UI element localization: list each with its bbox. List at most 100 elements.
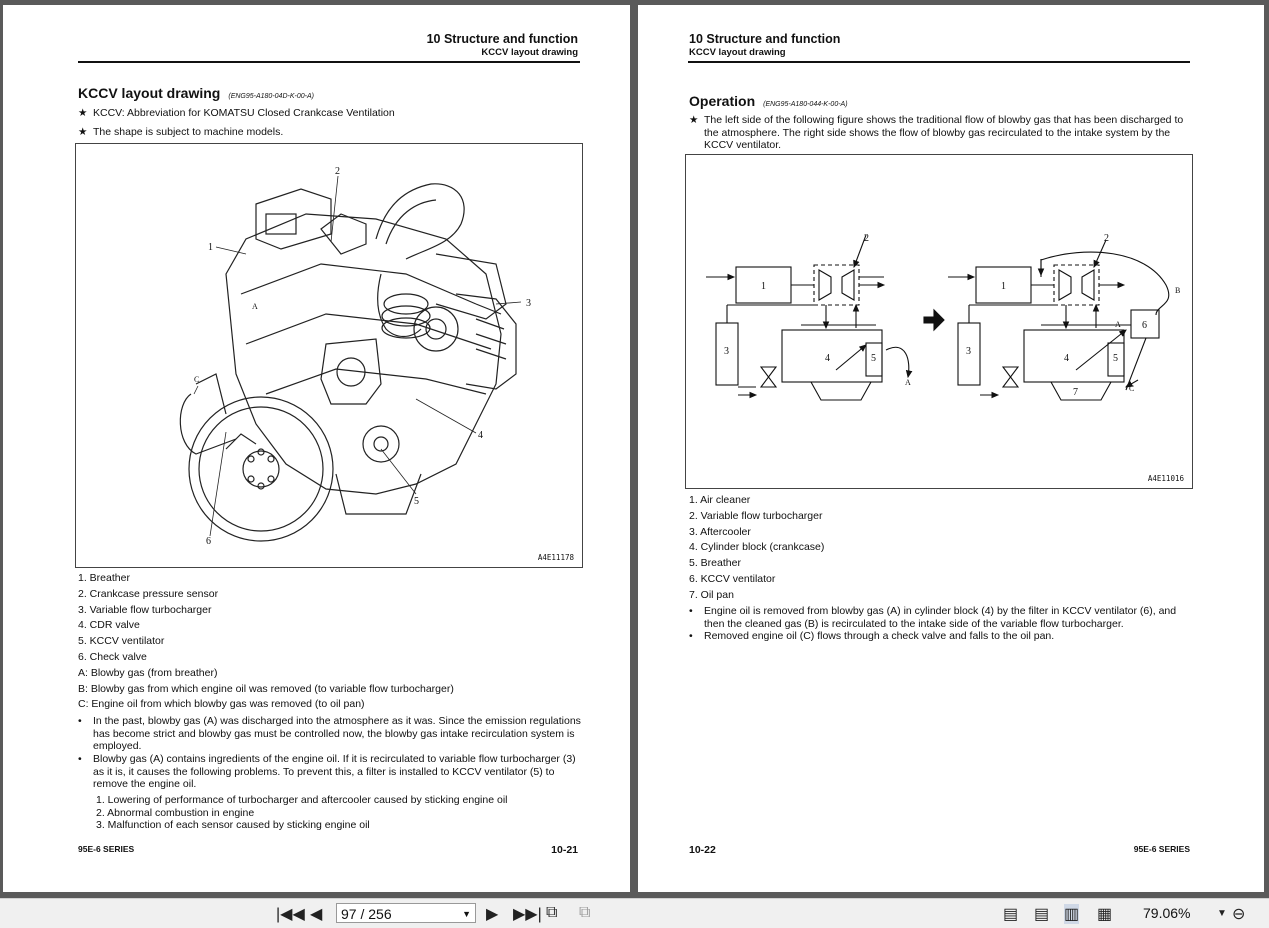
figure-code: A4E11016 bbox=[1147, 474, 1184, 483]
diagram-label-1: 1 bbox=[1001, 281, 1006, 292]
single-page-icon[interactable]: ▤ bbox=[1003, 904, 1018, 924]
page-number: 10-22 bbox=[689, 844, 716, 856]
zoom-level[interactable]: 79.06% bbox=[1143, 905, 1190, 921]
list-item: 3. Variable flow turbocharger bbox=[78, 603, 212, 616]
chevron-down-icon[interactable]: ▼ bbox=[462, 904, 471, 924]
bullet-line: as it is, it causes the following proble… bbox=[93, 765, 555, 778]
left-page: 10 Structure and function KCCV layout dr… bbox=[3, 5, 630, 892]
list-item: 4. Cylinder block (crankcase) bbox=[689, 541, 825, 554]
diagram-label-B: B bbox=[1175, 286, 1180, 295]
bullet-line: Blowby gas (A) contains ingredients of t… bbox=[93, 753, 576, 765]
flow-diagram-drawing: 1 2 3 4 5 A 1 2 3 4 5 6 7 A B C bbox=[706, 233, 1180, 401]
list-item: C: Engine oil from which blowby gas was … bbox=[78, 698, 365, 711]
back-view-icon[interactable]: ⧉ bbox=[546, 904, 557, 922]
page-number-input[interactable]: 97 / 256 ▼ bbox=[336, 903, 476, 923]
note-line: KCCV ventilator. bbox=[704, 139, 782, 152]
header-rule bbox=[78, 61, 580, 63]
section-code: (ENG95-A180-04D-K-00-A) bbox=[228, 93, 314, 100]
operation-note: ★ The left side of the following figure … bbox=[689, 114, 1199, 152]
list-item: 4. CDR valve bbox=[78, 619, 140, 632]
note-line: ★ KCCV: Abbreviation for KOMATSU Closed C… bbox=[78, 107, 395, 119]
bullet-line: Removed engine oil (C) flows through a c… bbox=[704, 630, 1055, 642]
page-header: 10 Structure and function KCCV layout dr… bbox=[427, 32, 578, 58]
list-item: 6. KCCV ventilator bbox=[689, 572, 776, 585]
diagram-label-C: C bbox=[1129, 384, 1134, 393]
sub-list: 1. Lowering of performance of turbocharg… bbox=[96, 794, 508, 832]
section-title: KCCV layout drawing (ENG95-A180-04D-K-00-… bbox=[78, 85, 314, 101]
sub-item: 3. Malfunction of each sensor caused by … bbox=[96, 819, 370, 832]
footer-series: 95E-6 SERIES bbox=[78, 844, 135, 854]
section-code: (ENG95-A180-044-K-00-A) bbox=[763, 101, 848, 108]
figure-code: A4E11178 bbox=[537, 553, 574, 562]
bullet-item: • Removed engine oil (C) flows through a… bbox=[689, 630, 1209, 643]
callout-A: A bbox=[252, 302, 258, 311]
engine-figure: 1 2 3 4 5 6 A C A4E11178 bbox=[75, 143, 583, 568]
diagram-label-4: 4 bbox=[1064, 353, 1069, 364]
bullet-item: • In the past, blowby gas (A) was discha… bbox=[78, 715, 588, 753]
callout-6: 6 bbox=[206, 536, 211, 547]
diagram-label-6: 6 bbox=[1142, 320, 1147, 331]
callout-1: 1 bbox=[208, 242, 213, 253]
list-item: 6. Check valve bbox=[78, 650, 147, 663]
diagram-label-7: 7 bbox=[1073, 387, 1078, 398]
flow-diagram: 1 2 3 4 5 A 1 2 3 4 5 6 7 A B C A4E11016 bbox=[685, 154, 1193, 489]
header-subtitle: KCCV layout drawing bbox=[689, 47, 786, 58]
note-line: The left side of the following figure sh… bbox=[704, 114, 1184, 126]
list-item: 5. Breather bbox=[689, 557, 741, 570]
diagram-label-2: 2 bbox=[864, 233, 869, 244]
continuous-page-icon[interactable]: ▤ bbox=[1034, 904, 1049, 924]
page-indicator: 97 / 256 bbox=[341, 906, 392, 922]
callout-2: 2 bbox=[335, 166, 340, 177]
first-page-icon[interactable]: |◀◀ bbox=[276, 904, 305, 924]
diagram-label-4: 4 bbox=[825, 353, 830, 364]
section-title-text: KCCV layout drawing bbox=[78, 85, 221, 101]
list-item: 1. Air cleaner bbox=[689, 494, 751, 506]
two-page-icon[interactable]: ▥ bbox=[1064, 904, 1080, 924]
list-item: B: Blowby gas from which engine oil was … bbox=[78, 682, 454, 695]
zoom-out-icon[interactable]: ⊖ bbox=[1232, 904, 1245, 924]
diagram-label-A: A bbox=[905, 378, 911, 387]
diagram-label-5: 5 bbox=[1113, 353, 1118, 364]
note-line: ★ The shape is subject to machine models. bbox=[78, 126, 284, 138]
list-item: 2. Variable flow turbocharger bbox=[689, 509, 823, 522]
sub-item: 1. Lowering of performance of turbocharg… bbox=[96, 794, 508, 806]
diagram-label-3: 3 bbox=[966, 346, 971, 357]
list-item: A: Blowby gas (from breather) bbox=[78, 666, 218, 679]
callout-5: 5 bbox=[414, 496, 419, 507]
sub-item: 2. Abnormal combustion in engine bbox=[96, 806, 255, 819]
bullet-line: then the cleaned gas (B) is recirculated… bbox=[704, 617, 1124, 630]
page-header: 10 Structure and function KCCV layout dr… bbox=[689, 32, 840, 58]
parts-list: 1. Breather 2. Crankcase pressure sensor… bbox=[78, 571, 454, 713]
diagram-label-A: A bbox=[1115, 320, 1121, 329]
note-line: the atmosphere. The right side shows the… bbox=[704, 126, 1171, 139]
diagram-label-5: 5 bbox=[871, 353, 876, 364]
engine-drawing: 1 2 3 4 5 6 A C bbox=[179, 166, 531, 547]
callout-3: 3 bbox=[526, 298, 531, 309]
zoom-dropdown-icon[interactable]: ▼ bbox=[1217, 908, 1227, 919]
header-rule bbox=[688, 61, 1190, 63]
bullet-line: Engine oil is removed from blowby gas (A… bbox=[704, 605, 1177, 617]
header-title: 10 Structure and function bbox=[689, 32, 841, 46]
note-text: KCCV: Abbreviation for KOMATSU Closed Cr… bbox=[93, 107, 395, 119]
diagram-label-3: 3 bbox=[724, 346, 729, 357]
header-subtitle: KCCV layout drawing bbox=[481, 47, 578, 58]
section-title-text: Operation bbox=[689, 93, 756, 109]
callout-4: 4 bbox=[478, 430, 483, 441]
footer-series: 95E-6 SERIES bbox=[1133, 844, 1190, 854]
bullet-line: remove the engine oil. bbox=[93, 778, 197, 791]
previous-page-icon[interactable]: ◀ bbox=[310, 904, 322, 924]
section-title: Operation (ENG95-A180-044-K-00-A) bbox=[689, 93, 848, 109]
list-item: 1. Breather bbox=[78, 572, 130, 584]
header-title: 10 Structure and function bbox=[426, 32, 578, 46]
last-page-icon[interactable]: ▶▶| bbox=[513, 904, 542, 924]
forward-view-icon[interactable]: ⧉ bbox=[579, 904, 590, 922]
bullet-line: In the past, blowby gas (A) was discharg… bbox=[93, 715, 581, 727]
page-number: 10-21 bbox=[551, 844, 578, 856]
callout-C: C bbox=[194, 375, 199, 384]
list-item: 7. Oil pan bbox=[689, 588, 734, 601]
diagram-label-1: 1 bbox=[761, 281, 766, 292]
two-page-continuous-icon[interactable]: ▦ bbox=[1097, 904, 1112, 924]
diagram-label-2: 2 bbox=[1104, 233, 1109, 244]
next-page-icon[interactable]: ▶ bbox=[486, 904, 498, 924]
list-item: 2. Crankcase pressure sensor bbox=[78, 587, 219, 600]
